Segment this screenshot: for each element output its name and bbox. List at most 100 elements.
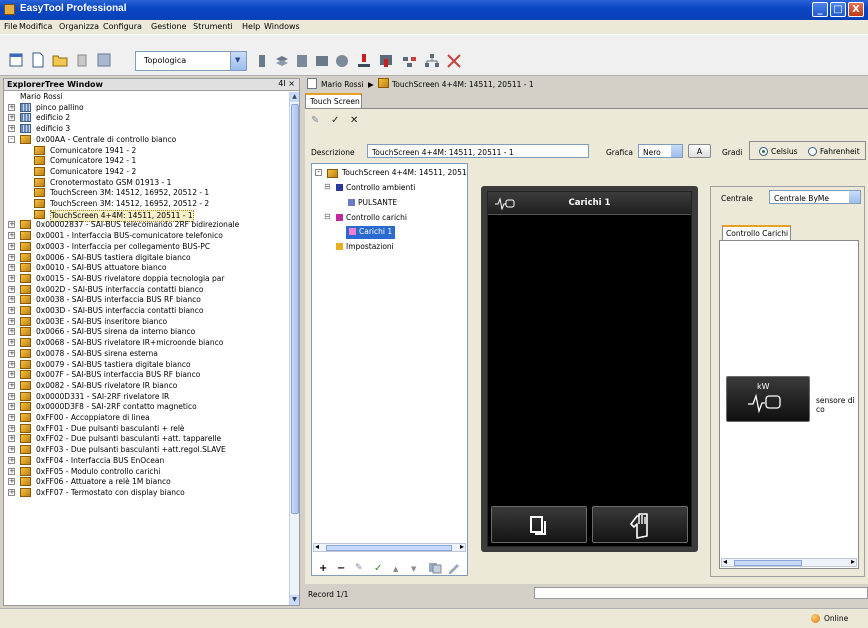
remove-button[interactable]: − bbox=[337, 563, 345, 574]
expand-icon[interactable]: + bbox=[8, 264, 15, 272]
tree-item[interactable]: +0x0015 - SAI-BUS rivelatore doppia tecn… bbox=[4, 273, 289, 285]
tab-touch-screen[interactable]: Touch Screen bbox=[305, 93, 362, 108]
expand-icon[interactable]: + bbox=[8, 285, 15, 293]
font-a-button[interactable]: A bbox=[688, 144, 711, 158]
new-document-icon[interactable] bbox=[30, 52, 46, 68]
tree-item[interactable]: TouchScreen 3M: 14512, 16952, 20512 - 2 bbox=[4, 199, 289, 210]
network-icon[interactable] bbox=[402, 53, 418, 69]
breadcrumb-parent[interactable]: Mario Rossi bbox=[321, 80, 364, 89]
delete-icon[interactable] bbox=[74, 52, 90, 68]
tree-item[interactable]: TouchScreen 4+4M: 14511, 20511 - 1 bbox=[4, 209, 289, 222]
tree-item[interactable]: +0x0079 - SAI-BUS tastiera digitale bian… bbox=[4, 359, 289, 371]
fahrenheit-radio[interactable] bbox=[808, 147, 817, 156]
tree-item[interactable]: + edificio 3 bbox=[4, 124, 289, 135]
collapse-icon[interactable]: - bbox=[8, 135, 15, 143]
maximize-button[interactable]: □ bbox=[830, 2, 846, 17]
tree-item[interactable]: +0xFF02 - Due pulsanti basculanti +att. … bbox=[4, 434, 289, 445]
topology-select[interactable]: Topologica bbox=[135, 51, 247, 71]
tree-item[interactable]: +0xFF03 - Due pulsanti basculanti +att.r… bbox=[4, 445, 289, 456]
centrale-select[interactable]: Centrale ByMe bbox=[769, 190, 861, 204]
menu-strumenti[interactable]: Strumenti bbox=[193, 22, 233, 31]
cabinet-icon[interactable] bbox=[294, 53, 310, 69]
layers-icon[interactable] bbox=[274, 53, 290, 69]
explorer-scrollbar[interactable]: ▲ ▼ bbox=[289, 92, 299, 605]
tree-item[interactable]: - 0x00AA - Centrale di controllo bianco bbox=[4, 134, 289, 146]
tree-item[interactable]: + pinco pallino bbox=[4, 102, 289, 114]
open-folder-icon[interactable] bbox=[52, 52, 68, 68]
expand-icon[interactable]: + bbox=[8, 392, 15, 400]
export-icon[interactable] bbox=[378, 53, 394, 69]
tree-item[interactable]: +0xFF06 - Attuatore a relè 1M bianco bbox=[4, 477, 289, 488]
descrizione-input[interactable]: TouchScreen 4+4M: 14511, 20511 - 1 bbox=[367, 144, 589, 158]
expand-icon[interactable]: + bbox=[8, 253, 15, 261]
edit-icon[interactable]: ✎ bbox=[311, 115, 319, 126]
expand-icon[interactable]: + bbox=[8, 371, 15, 379]
tree-item[interactable]: +0x0003 - Interfaccia per collegamento B… bbox=[4, 241, 289, 253]
copy-icon[interactable] bbox=[428, 562, 442, 574]
scroll-thumb[interactable] bbox=[291, 104, 299, 514]
sphere-icon[interactable] bbox=[334, 53, 350, 69]
tree-item[interactable]: Comunicatore 1942 - 1 bbox=[4, 156, 289, 167]
menu-windows[interactable]: Windows bbox=[264, 22, 300, 31]
tree-item[interactable]: +0x007F - SAI-BUS interfaccia BUS RF bia… bbox=[4, 370, 289, 381]
edit-button[interactable]: ✎ bbox=[355, 563, 363, 573]
close-button[interactable]: X bbox=[848, 2, 864, 17]
menu-configura[interactable]: Configura bbox=[103, 22, 142, 31]
chevron-down-icon[interactable] bbox=[849, 191, 860, 203]
paste-icon[interactable] bbox=[447, 562, 461, 574]
module-icon[interactable] bbox=[314, 53, 330, 69]
config-item-carichi-1[interactable]: Carichi 1 bbox=[336, 226, 416, 239]
expand-icon[interactable]: + bbox=[8, 403, 15, 411]
scroll-up-arrow[interactable]: ▲ bbox=[290, 92, 299, 102]
minimize-button[interactable]: _ bbox=[812, 2, 828, 17]
tree-item[interactable]: Cronotermostato GSM 01913 - 1 bbox=[4, 177, 289, 189]
celsius-radio[interactable] bbox=[759, 147, 768, 156]
tree-item[interactable]: +0x0068 - SAI-BUS rivelatore IR+microond… bbox=[4, 338, 289, 349]
tree-item[interactable]: +0x0078 - SAI-BUS sirena esterna bbox=[4, 348, 289, 360]
move-down-button[interactable]: ▼ bbox=[411, 565, 416, 573]
tree-item[interactable]: TouchScreen 3M: 14512, 16952, 20512 - 1 bbox=[4, 188, 289, 199]
menu-gestione[interactable]: Gestione bbox=[151, 22, 187, 31]
tree-item[interactable]: + edificio 2 bbox=[4, 113, 289, 124]
expand-icon[interactable]: + bbox=[8, 114, 15, 122]
expand-icon[interactable]: + bbox=[8, 349, 15, 357]
grafica-select[interactable]: Nero bbox=[638, 144, 683, 158]
menu-file[interactable]: File bbox=[4, 22, 17, 31]
expand-icon[interactable]: + bbox=[8, 328, 15, 336]
expand-icon[interactable]: + bbox=[8, 414, 15, 421]
expand-icon[interactable]: + bbox=[8, 381, 15, 389]
expand-icon[interactable]: + bbox=[8, 103, 15, 111]
tree-item[interactable]: +0xFF00 - Accoppiatore di linea bbox=[4, 413, 289, 424]
add-button[interactable]: + bbox=[319, 563, 327, 574]
move-up-button[interactable]: ▲ bbox=[393, 565, 398, 573]
tree-item[interactable]: +0x0000D331 - SAI-2RF rivelatore IR bbox=[4, 391, 289, 403]
expand-icon[interactable]: + bbox=[8, 424, 15, 432]
tree-item[interactable]: +0x0010 - SAI-BUS attuatore bianco bbox=[4, 263, 289, 274]
expand-icon[interactable]: + bbox=[8, 232, 15, 240]
tree-item[interactable]: +0x0066 - SAI-BUS sirena da interno bian… bbox=[4, 327, 289, 338]
scroll-down-arrow[interactable]: ▼ bbox=[290, 595, 299, 605]
disconnect-icon[interactable] bbox=[446, 53, 462, 69]
tree-item[interactable]: +0x0082 - SAI-BUS rivelatore IR bianco bbox=[4, 380, 289, 392]
import-icon[interactable] bbox=[356, 53, 372, 69]
tree-item[interactable]: +0x0006 - SAI-BUS tastiera digitale bian… bbox=[4, 252, 289, 264]
expand-icon[interactable]: + bbox=[8, 488, 15, 496]
chevron-down-icon[interactable] bbox=[230, 52, 246, 70]
expand-icon[interactable]: + bbox=[8, 446, 15, 454]
tree-item[interactable]: +0x00002837 - SAI-BUS telecomando 2RF bi… bbox=[4, 220, 289, 231]
tree-item[interactable]: Comunicatore 1941 - 2 bbox=[4, 145, 289, 157]
tree-item[interactable]: +0xFF04 - Interfaccia BUS EnOcean bbox=[4, 455, 289, 467]
expand-icon[interactable]: + bbox=[8, 360, 15, 368]
tree-item[interactable]: Comunicatore 1942 - 2 bbox=[4, 166, 289, 178]
screen-touch-button[interactable] bbox=[592, 506, 688, 543]
tree-item[interactable]: +0xFF01 - Due pulsanti basculanti + relè bbox=[4, 423, 289, 435]
tab-controllo-carichi[interactable]: Controllo Carichi bbox=[722, 225, 791, 240]
tree-item[interactable]: +0x0000D3F8 - SAI-2RF contatto magnetico bbox=[4, 402, 289, 413]
expand-icon[interactable]: + bbox=[8, 339, 15, 347]
confirm-button[interactable]: ✓ bbox=[374, 563, 382, 574]
tree-item[interactable]: +0x0001 - Interfaccia BUS-comunicatore t… bbox=[4, 231, 289, 242]
sensor-widget[interactable]: kW bbox=[726, 376, 810, 422]
tree-structure-icon[interactable] bbox=[424, 53, 440, 69]
expand-icon[interactable]: + bbox=[8, 478, 15, 486]
tree-item[interactable]: +0x003E - SAI-BUS inseritore bianco bbox=[4, 316, 289, 328]
